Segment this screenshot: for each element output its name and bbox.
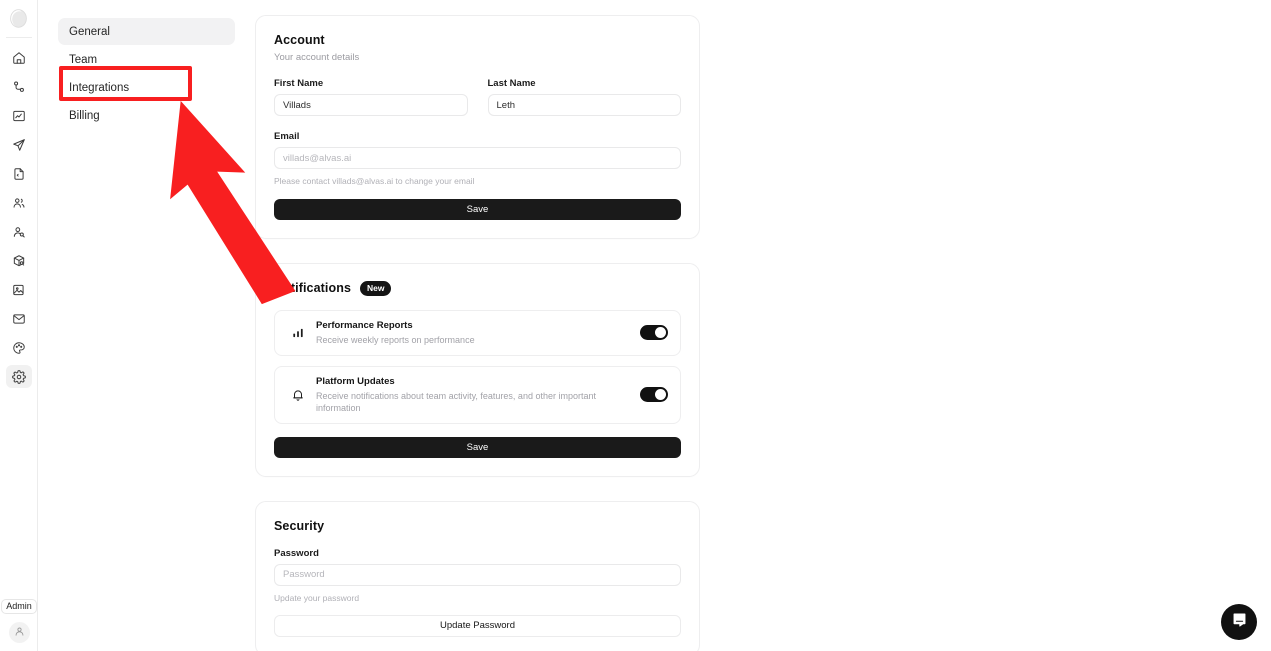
sidebar-item-branding[interactable] [6,336,32,359]
settings-nav-label: Integrations [69,81,130,94]
user-search-icon [12,225,26,239]
send-icon [12,138,26,152]
settings-nav-item-general[interactable]: General [58,18,235,45]
gear-icon [11,369,26,384]
sidebar-item-home[interactable] [6,46,32,69]
sidebar-item-workflows[interactable] [6,75,32,98]
notification-title: Performance Reports [316,319,413,331]
toggle-knob [655,389,666,401]
users-icon [12,196,26,210]
sidebar-item-inbox[interactable] [6,307,32,330]
user-avatar-icon [14,624,25,642]
analytics-chart-icon [12,109,26,123]
chat-launcher-button[interactable] [1221,604,1257,640]
security-card-title: Security [274,518,325,533]
sidebar-item-products[interactable] [6,249,32,272]
account-card-subtitle: Your account details [274,52,360,63]
box-search-icon [12,254,26,268]
sidebar-item-campaigns[interactable] [6,133,32,156]
bar-chart-icon [287,326,309,340]
notification-row-platform-updates: Platform Updates Receive notifications a… [274,365,681,424]
last-name-field-group: Last Name Leth [487,78,681,116]
first-name-label: First Name [274,78,324,89]
sidebar-item-analytics[interactable] [6,104,32,127]
settings-nav: General Team Integrations Billing [58,18,235,130]
performance-reports-toggle[interactable] [640,325,668,341]
email-input[interactable]: villads@alvas.ai [274,147,681,169]
account-card: Account Your account details First Name … [255,15,700,239]
avatar[interactable] [8,622,30,643]
account-card-title: Account [274,33,325,47]
password-label: Password [274,547,319,559]
notifications-save-button[interactable]: Save [274,436,681,458]
sidebar-item-documents[interactable] [6,162,32,185]
settings-nav-label: General [69,25,110,38]
left-icon-rail: Admin [0,0,38,651]
settings-content: Account Your account details First Name … [255,15,700,651]
image-icon [12,283,26,297]
password-field-group: Password Password [274,548,681,586]
notification-text: Platform Updates Receive notifications a… [309,376,640,414]
settings-nav-item-team[interactable]: Team [58,46,235,73]
rail-bottom-section: Admin [0,599,38,643]
email-help-text: Please contact villads@alvas.ai to chang… [274,176,475,186]
notifications-title-row: Notifications New [274,281,681,296]
notification-description: Receive weekly reports on performance [316,334,475,345]
settings-nav-label: Billing [69,109,100,122]
name-field-row: First Name Villads Last Name Leth [274,78,681,116]
email-field-row: Email villads@alvas.ai [274,131,681,169]
email-field-group: Email villads@alvas.ai [274,131,681,169]
platform-updates-toggle[interactable] [640,387,668,403]
document-code-icon [12,167,26,181]
new-badge: New [360,281,392,296]
app-logo-icon[interactable] [6,5,32,31]
sidebar-item-contacts[interactable] [6,191,32,214]
app-root: Admin General Team Integrations Billing [0,0,1271,651]
update-password-button[interactable]: Update Password [274,614,681,637]
password-help-text: Update your password [274,592,360,603]
workflow-icon [12,80,26,94]
sidebar-item-settings[interactable] [5,365,32,388]
bell-icon [287,388,309,402]
notifications-card: Notifications New Performance Reports Re… [255,263,700,477]
settings-nav-item-integrations[interactable]: Integrations [58,74,235,101]
settings-nav-label: Team [69,53,98,66]
email-label: Email [274,131,300,142]
first-name-input[interactable]: Villads [274,94,468,116]
palette-icon [12,341,26,355]
password-input[interactable]: Password [274,563,681,586]
rail-divider [5,37,32,38]
notification-title: Platform Updates [316,375,395,387]
settings-nav-item-billing[interactable]: Billing [58,102,235,129]
last-name-label: Last Name [487,78,536,89]
last-name-input[interactable]: Leth [487,94,681,116]
home-icon [12,51,26,65]
notification-text: Performance Reports Receive weekly repor… [309,320,640,346]
chat-bubble-icon [1231,611,1248,633]
sidebar-item-leads[interactable] [6,220,32,243]
notification-description: Receive notifications about team activit… [316,390,596,413]
first-name-field-group: First Name Villads [274,78,468,116]
toggle-knob [655,327,666,339]
mail-icon [12,312,26,326]
notification-rows: Performance Reports Receive weekly repor… [274,309,681,424]
notification-row-performance-reports: Performance Reports Receive weekly repor… [274,309,681,356]
role-badge: Admin [1,599,37,614]
password-field-row: Password Password [274,548,681,586]
sidebar-item-media[interactable] [6,278,32,301]
account-save-button[interactable]: Save [274,199,681,220]
notifications-card-title: Notifications [274,281,351,296]
security-card: Security Password Password Update your p… [255,500,700,651]
